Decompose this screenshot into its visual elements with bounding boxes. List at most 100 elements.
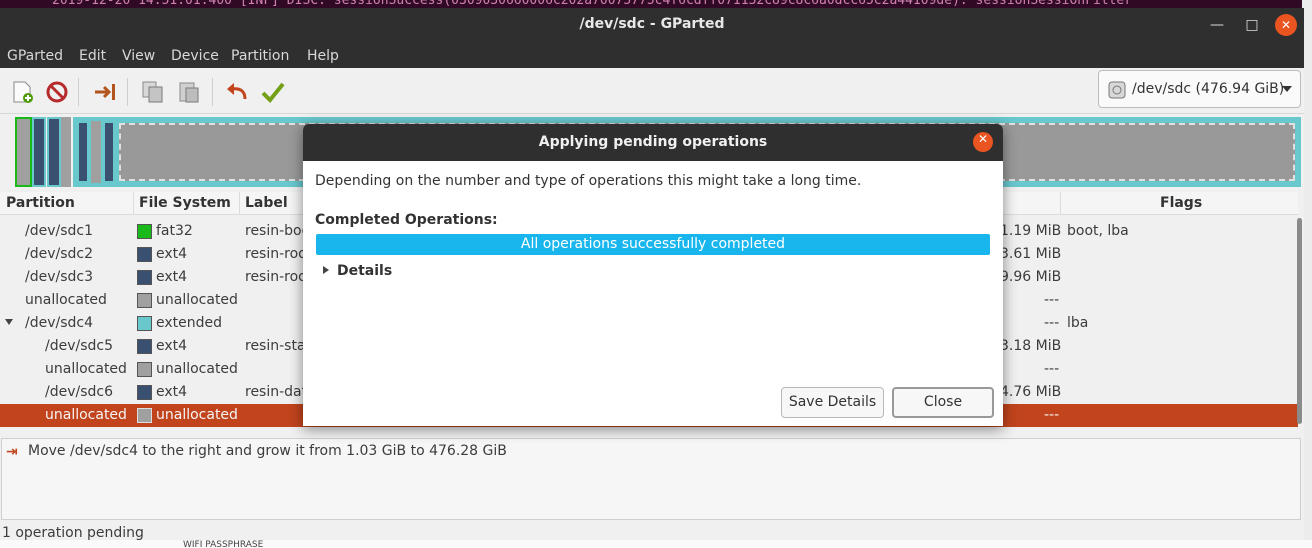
menu-help[interactable]: Help — [307, 48, 339, 64]
device-selector[interactable]: /dev/sdc (476.94 GiB) — [1098, 70, 1301, 108]
dialog-message: Depending on the number and type of oper… — [315, 173, 862, 189]
harddisk-icon — [1108, 81, 1126, 99]
partition-size: --- — [1044, 361, 1060, 377]
partition-size: 9.96 MiB — [1000, 269, 1062, 285]
fs-color-swatch — [137, 224, 152, 239]
minimize-button[interactable]: — — [1206, 14, 1228, 36]
file-system: unallocated — [156, 292, 238, 308]
fs-color-swatch — [137, 339, 152, 354]
dialog-title: Applying pending operations — [538, 134, 768, 150]
copy-icon[interactable] — [140, 79, 166, 105]
column-divider[interactable] — [133, 192, 134, 214]
partition-name: unallocated — [45, 407, 127, 423]
partition-label: resin-boo — [245, 223, 311, 239]
background-terminal: 2019-12-20 14:51:01.400 [INF] DISC: sess… — [0, 0, 1312, 8]
paste-icon[interactable] — [176, 79, 202, 105]
partition-name: /dev/sdc1 — [25, 223, 94, 239]
fs-color-swatch — [137, 408, 152, 423]
resize-move-icon: ⇥ — [6, 444, 18, 460]
partition-size: 4.76 MiB — [1000, 384, 1062, 400]
progress-text: All operations successfully completed — [520, 236, 786, 252]
partition-label: resin-dat — [245, 384, 308, 400]
dialog-title-bar[interactable]: Applying pending operations ✕ — [303, 124, 1003, 161]
partition-label: resin-roo — [245, 269, 307, 285]
partition-size: 1.19 MiB — [1000, 223, 1062, 239]
delete-icon[interactable] — [44, 79, 70, 105]
background-label: WIFI PASSPHRASE — [183, 540, 264, 548]
completed-operations-label: Completed Operations: — [315, 212, 498, 228]
partition-name: /dev/sdc6 — [45, 384, 114, 400]
toolbar-separator — [127, 78, 128, 106]
column-flags[interactable]: Flags — [1160, 195, 1202, 211]
partition-flags: lba — [1067, 315, 1089, 331]
partition-block-sdc3[interactable] — [47, 117, 61, 187]
file-system: fat32 — [156, 223, 193, 239]
toolbar-separator — [212, 78, 213, 106]
partition-label: resin-sta — [245, 338, 306, 354]
save-details-button[interactable]: Save Details — [781, 387, 884, 418]
partition-size: --- — [1044, 407, 1060, 423]
partition-name: /dev/sdc5 — [45, 338, 114, 354]
pending-operation-item[interactable]: Move /dev/sdc4 to the right and grow it … — [28, 443, 507, 459]
dialog-close-icon[interactable]: ✕ — [973, 132, 993, 152]
partition-block-unallocated[interactable] — [91, 121, 101, 183]
column-label[interactable]: Label — [245, 195, 288, 211]
partition-name: unallocated — [25, 292, 107, 308]
partition-block-sdc2[interactable] — [32, 117, 46, 187]
fs-color-swatch — [137, 293, 152, 308]
partition-name: /dev/sdc3 — [25, 269, 94, 285]
title-bar[interactable]: /dev/sdc - GParted — □ ✕ — [0, 8, 1304, 43]
file-system: unallocated — [156, 407, 238, 423]
status-text: 1 operation pending — [2, 525, 144, 540]
partition-name: unallocated — [45, 361, 127, 377]
list-scrollbar[interactable] — [1297, 218, 1302, 424]
undo-icon[interactable] — [224, 79, 250, 105]
menu-view[interactable]: View — [122, 48, 155, 64]
progress-bar: All operations successfully completed — [316, 234, 990, 255]
menu-edit[interactable]: Edit — [79, 48, 106, 64]
partition-size: 3.61 MiB — [1000, 246, 1062, 262]
file-system: unallocated — [156, 361, 238, 377]
partition-block-sdc5[interactable] — [77, 121, 89, 183]
file-system: ext4 — [156, 246, 188, 262]
background-window: WIFI PASSPHRASE — [0, 540, 1312, 548]
fs-color-swatch — [137, 362, 152, 377]
partition-block-sdc6[interactable] — [103, 121, 115, 183]
file-system: ext4 — [156, 384, 188, 400]
toolbar-separator — [78, 78, 79, 106]
column-file-system[interactable]: File System — [139, 195, 231, 211]
close-button[interactable]: Close — [892, 387, 994, 418]
partition-flags: boot, lba — [1067, 223, 1129, 239]
menu-device[interactable]: Device — [171, 48, 219, 64]
menu-partition[interactable]: Partition — [231, 48, 289, 64]
column-divider[interactable] — [239, 192, 240, 214]
partition-size: --- — [1044, 292, 1060, 308]
status-bar: 1 operation pending — [0, 522, 1304, 540]
apply-icon[interactable] — [260, 79, 286, 105]
partition-name: /dev/sdc4 — [25, 315, 94, 331]
pending-operations-pane: ⇥ Move /dev/sdc4 to the right and grow i… — [1, 438, 1301, 520]
partition-size: 3.18 MiB — [1000, 338, 1062, 354]
chevron-down-icon — [1282, 86, 1292, 92]
file-system: ext4 — [156, 269, 188, 285]
file-system: ext4 — [156, 338, 188, 354]
screen: 2019-12-20 14:51:01.400 [INF] DISC: sess… — [0, 0, 1312, 548]
expander-right-icon[interactable] — [323, 266, 329, 274]
partition-block-unallocated[interactable] — [61, 117, 71, 187]
expander-down-icon[interactable] — [5, 319, 13, 325]
menu-gparted[interactable]: GParted — [7, 48, 63, 64]
column-divider[interactable] — [1060, 192, 1061, 214]
window-close-button[interactable]: ✕ — [1275, 14, 1297, 36]
details-expander[interactable]: Details — [337, 263, 392, 279]
fs-color-swatch — [137, 316, 152, 331]
maximize-button[interactable]: □ — [1241, 14, 1263, 36]
resize-move-icon[interactable] — [92, 79, 118, 105]
menu-bar: GParted Edit View Device Partition Help — [0, 43, 1304, 68]
new-partition-icon[interactable] — [9, 79, 35, 105]
partition-label: resin-roo — [245, 246, 307, 262]
fs-color-swatch — [137, 247, 152, 262]
partition-block-sdc1[interactable] — [15, 117, 32, 187]
column-partition[interactable]: Partition — [6, 195, 75, 211]
partition-size: --- — [1044, 315, 1060, 331]
partition-name: /dev/sdc2 — [25, 246, 94, 262]
